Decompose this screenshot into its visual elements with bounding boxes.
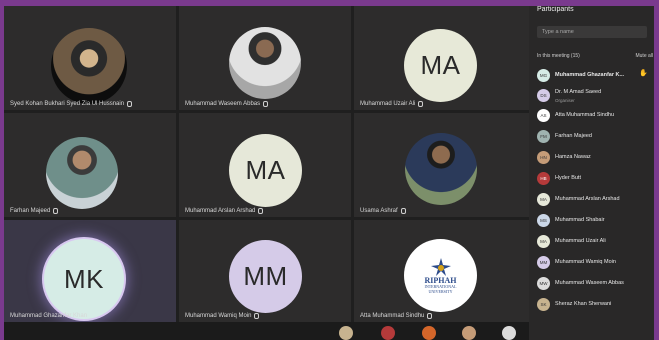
participant-row[interactable]: MA Muhammad Arslan Arshad — [537, 190, 654, 208]
mute-all-button[interactable]: Mute all — [635, 53, 653, 59]
participant-row[interactable]: MW Muhammad Waseem Abbas — [537, 274, 654, 292]
participant-row[interactable]: AS Atta Muhammad Sindhu — [537, 106, 654, 124]
avatar: MS — [537, 213, 550, 227]
participant-photo — [46, 137, 118, 209]
avatar-initials: MM — [229, 240, 302, 313]
avatar: HN — [537, 150, 550, 164]
participant-name-label: Atta Muhammad Sindhu — [360, 313, 433, 319]
mic-icon — [418, 101, 424, 107]
university-logo: RIPHAH INTERNATIONAL UNIVERSITY — [404, 239, 477, 312]
participant-photo — [51, 28, 127, 104]
avatar: SK — [537, 297, 550, 311]
participant-name-label: Muhammad Uzair Ali — [360, 101, 424, 107]
mic-icon — [400, 208, 406, 214]
participant-name: Atta Muhammad Sindhu — [555, 112, 615, 118]
avatar: DS — [537, 88, 550, 102]
participant-row[interactable]: SK Sheraz Khan Sherwani — [537, 295, 654, 313]
participant-name-label: Muhammad Waseem Abbas — [185, 101, 269, 107]
participant-row[interactable]: HB Hyder Butt — [537, 169, 654, 187]
overflow-participants-bar — [4, 322, 529, 340]
participant-name: Dr. M Amad Saeed — [555, 89, 602, 95]
overflow-avatar[interactable] — [502, 326, 516, 340]
participant-row[interactable]: MG Muhammad Ghazanfar K... ✋ — [537, 66, 654, 84]
participant-name: Muhammad Ghazanfar K... — [555, 72, 625, 78]
participant-name-label: Muhammad Ghazanfar Khan — [10, 313, 88, 319]
mic-icon — [53, 208, 59, 214]
raised-hand-icon: ✋ — [639, 70, 648, 77]
avatar: MA — [537, 192, 550, 206]
overflow-avatar[interactable] — [381, 326, 395, 340]
avatar-initials-text: MK — [64, 263, 104, 294]
video-tile[interactable]: Muhammad Waseem Abbas — [179, 6, 351, 110]
mic-icon — [427, 313, 433, 319]
overflow-avatar[interactable] — [422, 326, 436, 340]
video-tile[interactable]: RIPHAH INTERNATIONAL UNIVERSITY Atta Muh… — [354, 220, 529, 322]
video-tile[interactable]: MA Muhammad Uzair Ali — [354, 6, 529, 110]
avatar: MM — [537, 255, 550, 269]
avatar: MA — [537, 234, 550, 248]
mic-icon — [127, 101, 133, 107]
video-tile[interactable]: MA Muhammad Arslan Arshad — [179, 113, 351, 217]
participant-name: Muhammad Wamiq Moin — [555, 259, 616, 265]
participant-photo — [405, 133, 477, 205]
avatar: AS — [537, 108, 550, 122]
panel-title: Participants — [537, 6, 574, 13]
participant-name: Muhammad Waseem Abbas — [555, 280, 624, 286]
in-meeting-header[interactable]: In this meeting (15) Mute all — [537, 53, 653, 59]
logo-text: UNIVERSITY — [428, 288, 453, 294]
participant-name: Muhammad Arslan Arshad — [555, 196, 620, 202]
avatar-initials: MA — [229, 134, 302, 207]
avatar: MW — [537, 276, 550, 290]
participant-name: Sheraz Khan Sherwani — [555, 301, 612, 307]
video-grid: Syed Kohan Bukhari Syed Zia Ul Hussnain … — [4, 6, 529, 322]
participant-row[interactable]: MM Muhammad Wamiq Moin — [537, 253, 654, 271]
avatar: HB — [537, 171, 550, 185]
participant-name-label: Muhammad Arslan Arshad — [185, 208, 264, 214]
participants-panel: Participants Type a name In this meeting… — [529, 6, 654, 340]
in-meeting-label: In this meeting (15) — [537, 53, 580, 59]
avatar: FM — [537, 129, 550, 143]
organiser-label: Organiser — [555, 98, 575, 103]
video-tile-active-speaker[interactable]: MK Muhammad Ghazanfar Khan — [4, 220, 176, 322]
mic-icon — [263, 101, 269, 107]
video-tile[interactable]: Farhan Majeed — [4, 113, 176, 217]
logo-emblem-icon — [430, 257, 451, 276]
participant-photo — [229, 27, 301, 99]
mic-icon — [258, 208, 264, 214]
video-tile[interactable]: MM Muhammad Wamiq Moin — [179, 220, 351, 322]
video-tile[interactable]: Usama Ashraf — [354, 113, 529, 217]
participant-row[interactable]: HN Hamza Nawaz — [537, 148, 654, 166]
avatar-initials-text: MA — [245, 155, 286, 185]
participant-name-label: Muhammad Wamiq Moin — [185, 313, 260, 319]
meeting-window: Syed Kohan Bukhari Syed Zia Ul Hussnain … — [4, 6, 654, 340]
participant-row[interactable]: FM Farhan Majeed — [537, 127, 654, 145]
mic-icon — [254, 313, 260, 319]
avatar-initials-text: MM — [243, 261, 288, 291]
avatar-initials: MK — [44, 239, 124, 319]
participant-name-label: Usama Ashraf — [360, 208, 406, 214]
participant-name: Hamza Nawaz — [555, 154, 591, 160]
overflow-avatar[interactable] — [339, 326, 353, 340]
participant-name-label: Syed Kohan Bukhari Syed Zia Ul Hussnain — [10, 101, 133, 107]
participant-name: Hyder Butt — [555, 175, 581, 181]
avatar-initials: MA — [404, 29, 477, 102]
participant-row[interactable]: DS Dr. M Amad Saeed Organiser — [537, 86, 654, 104]
avatar: MG — [537, 68, 550, 82]
avatar-initials-text: MA — [420, 50, 461, 80]
overflow-avatar[interactable] — [462, 326, 476, 340]
search-input[interactable]: Type a name — [537, 26, 647, 38]
participant-name-label: Farhan Majeed — [10, 208, 59, 214]
participant-row[interactable]: MA Muhammad Uzair Ali — [537, 232, 654, 250]
video-tile[interactable]: Syed Kohan Bukhari Syed Zia Ul Hussnain — [4, 6, 176, 110]
participant-name: Farhan Majeed — [555, 133, 592, 139]
participant-name: Muhammad Shabair — [555, 217, 605, 223]
participant-row[interactable]: MS Muhammad Shabair — [537, 211, 654, 229]
participant-name: Muhammad Uzair Ali — [555, 238, 606, 244]
